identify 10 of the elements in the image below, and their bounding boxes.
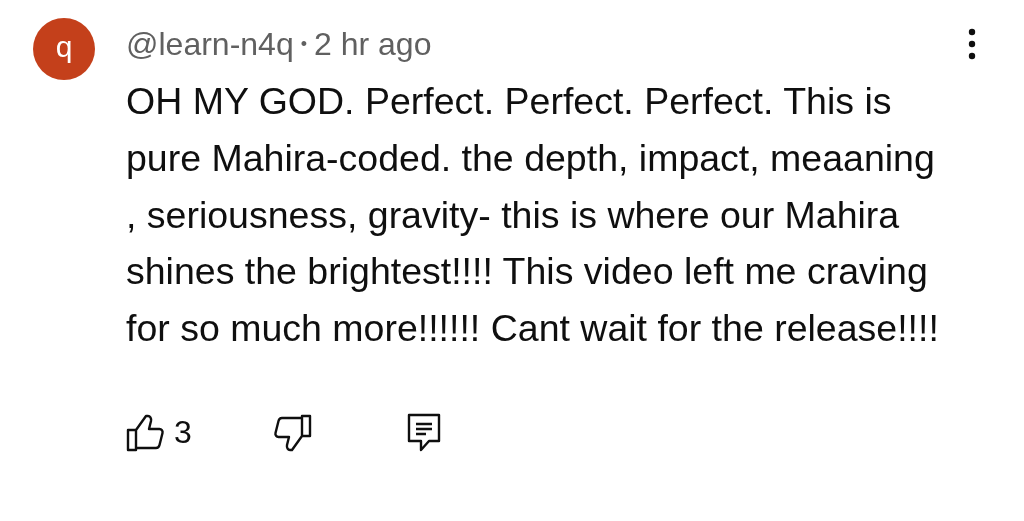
- avatar[interactable]: q: [33, 18, 95, 80]
- comment-text: OH MY GOD. Perfect. Perfect. Perfect. This is pure Mahira-coded. the depth, impact, meaaning , seriousness, gravity- this is where our Mahira shines the brightest!!!! This video left me craving for so much more!!!!!! Cant wait for the release!!!!: [126, 79, 940, 352]
- reply-icon[interactable]: [406, 413, 441, 453]
- like-count: 3: [174, 414, 192, 452]
- more-options-icon[interactable]: [968, 28, 976, 60]
- like-icon[interactable]: [126, 414, 166, 452]
- author-name[interactable]: @learn-n4q: [126, 25, 294, 63]
- separator-dot: •: [300, 33, 307, 55]
- dislike-icon[interactable]: [271, 414, 312, 452]
- comment-time: 2 hr ago: [314, 25, 432, 63]
